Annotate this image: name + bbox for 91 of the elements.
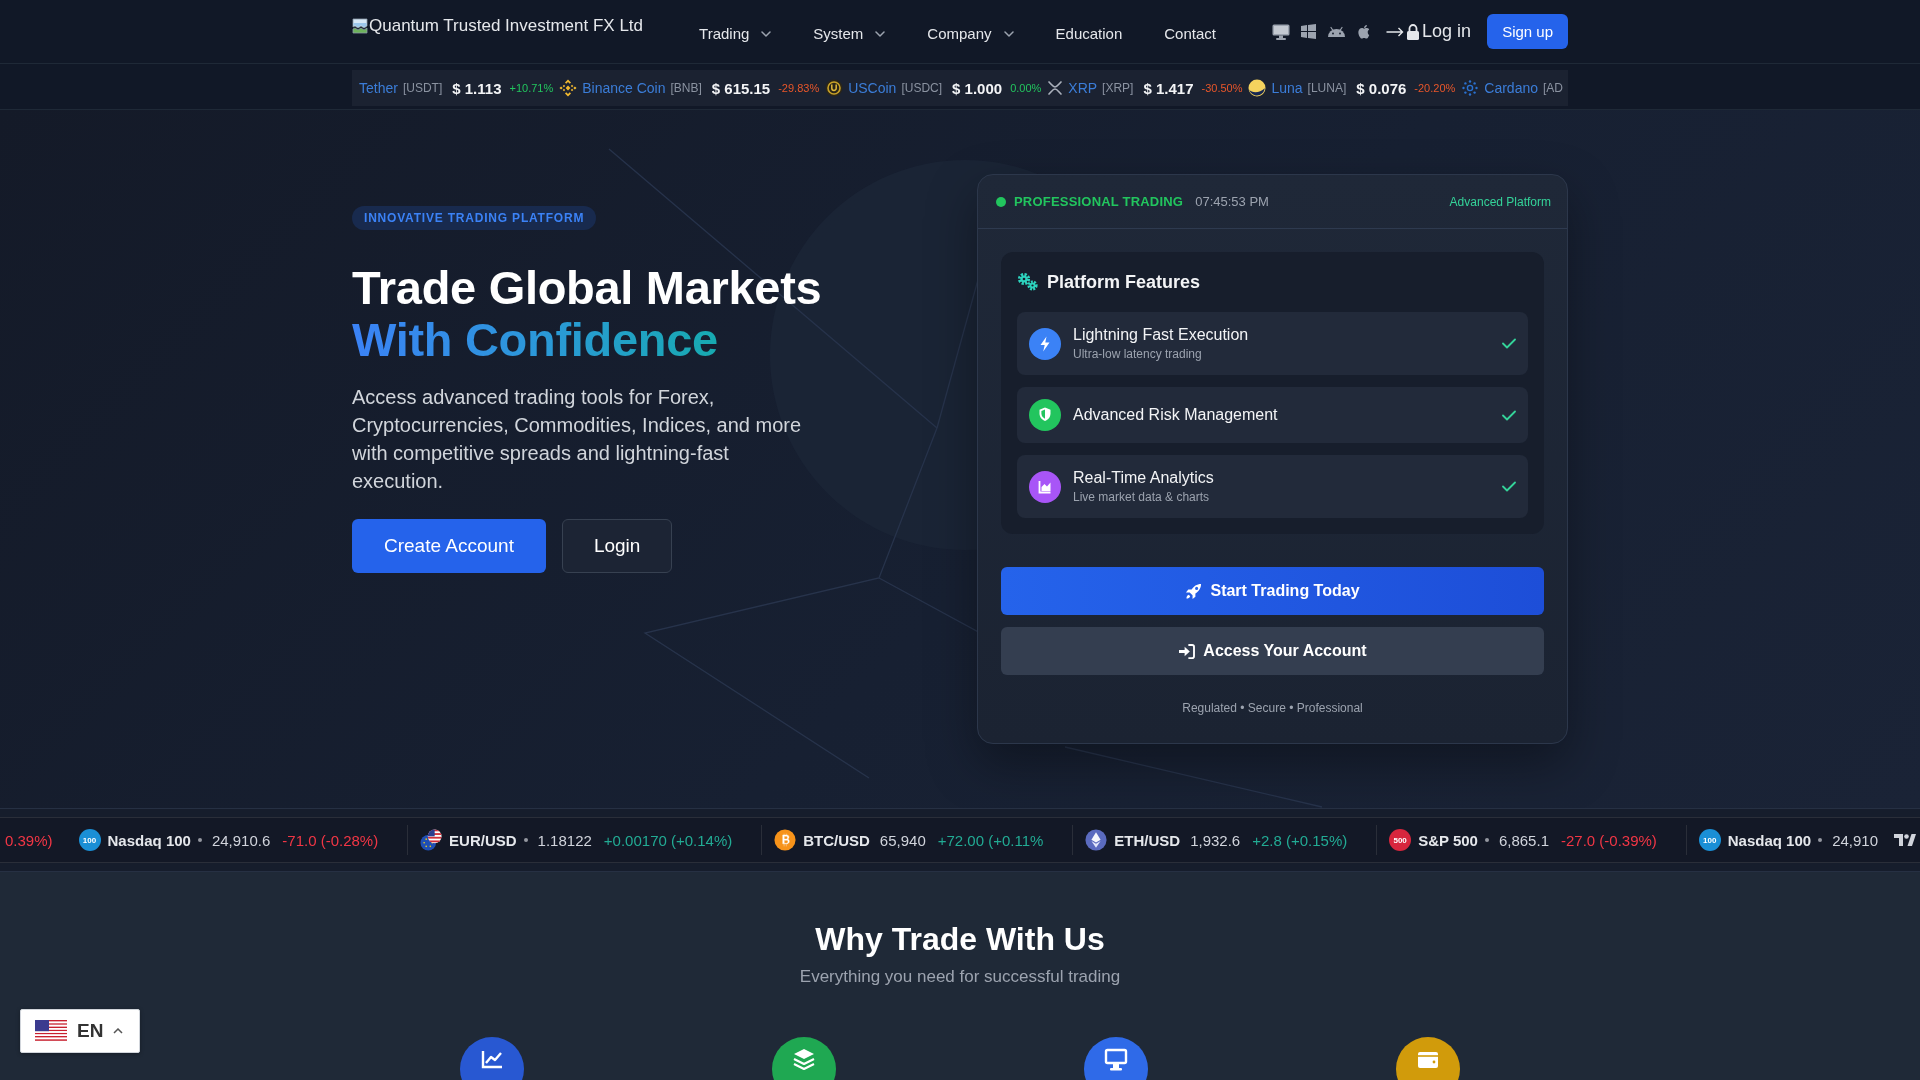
dots-ring-icon [1461, 79, 1480, 97]
market-name[interactable]: EUR/USD [449, 831, 517, 849]
arrow-icon [1386, 26, 1405, 37]
coin-name[interactable]: Cardano [1484, 80, 1538, 96]
coin-symbol: [LUNA] [1307, 81, 1347, 95]
market-name[interactable]: Nasdaq 100 [1727, 831, 1812, 849]
four-panes-icon[interactable] [1301, 24, 1317, 39]
feature-subtitle: Ultra-low latency trading [1073, 346, 1203, 363]
index-badge: 500 [1389, 829, 1412, 851]
section-subtitle: Everything you need for successful trading [798, 966, 1122, 988]
login-button[interactable]: Login [561, 519, 673, 573]
coin-symbol: [USDC] [901, 81, 943, 95]
coin-price: $ 1.000 [952, 79, 1003, 97]
price-change: +2.8 (+0.15%) [1252, 831, 1348, 849]
price-change: -20.20% [1414, 82, 1456, 94]
market-name[interactable]: BTC/USD [803, 831, 870, 849]
tagline-badge: INNOVATIVE TRADING PLATFORM [352, 206, 597, 230]
coin-name[interactable]: USCoin [848, 80, 897, 96]
market-name[interactable]: S&P 500 [1418, 831, 1478, 849]
logo-icon[interactable] [1894, 833, 1916, 847]
price-change: +72.00 (+0.11% [937, 831, 1044, 849]
feature-title: Advanced Risk Management [1073, 405, 1279, 425]
access-account-button[interactable]: Access Your Account [1001, 627, 1544, 675]
status-label: PROFESSIONAL TRADING [1014, 194, 1184, 209]
nav-menu[interactable]: Company [927, 25, 1014, 42]
hero-heading: Trade Global Markets With Confidence [352, 262, 823, 366]
section-title: Why Trade With Us [814, 920, 1106, 959]
panel-title: Platform Features [1047, 271, 1201, 293]
price-change: -27.0 (-0.39%) [1560, 831, 1657, 849]
coin-price: $ 0.076 [1356, 79, 1407, 97]
nav-link[interactable]: Contact [1164, 25, 1216, 42]
market-price: 1.18122 [537, 831, 592, 849]
price-change: 0.39%) [5, 831, 53, 849]
gears-icon [1017, 272, 1039, 292]
coin-name[interactable]: Luna [1271, 80, 1303, 96]
platform-tag: Advanced Platform [1449, 194, 1551, 209]
market-price: 6,865.1 [1498, 831, 1549, 849]
coin-name[interactable]: XRP [1068, 80, 1098, 96]
x-mark-icon [1047, 80, 1064, 96]
flag-icon [35, 1020, 67, 1042]
price-change: 0.00% [1010, 82, 1042, 94]
coin-icon [774, 829, 797, 851]
clock-time: 07:45:53 PM [1195, 194, 1269, 209]
login-link[interactable]: Log in [1386, 21, 1472, 42]
price-change: -71.0 (-0.28%) [282, 831, 379, 849]
price-change: -30.50% [1201, 82, 1243, 94]
caret-up-icon [113, 1028, 124, 1034]
language-selector[interactable]: EN [20, 1009, 140, 1053]
coin-name[interactable]: Binance Coin [582, 80, 666, 96]
apple-icon[interactable] [1357, 24, 1371, 39]
market-price: 1,932.6 [1190, 831, 1241, 849]
hero-description: Access advanced trading tools for Forex, Cryptocurrencies, Commodities, Indices, and more with competitive spreads and lightning-fast execution. [352, 385, 803, 494]
coin-symbol: [USDT] [402, 81, 443, 95]
market-name[interactable]: ETH/USD [1114, 831, 1181, 849]
create-account-button[interactable]: Create Account [352, 519, 546, 573]
flags-icon [420, 829, 443, 851]
signup-button[interactable]: Sign up [1487, 14, 1568, 49]
coin-price: $ 615.15 [711, 79, 771, 97]
rocket-icon [1185, 582, 1203, 600]
card-footnote: Regulated • Secure • Professional [1181, 701, 1364, 715]
monitor-icon[interactable] [1272, 23, 1291, 40]
nav-menu[interactable]: Trading [699, 25, 772, 42]
diamond-coin-icon [559, 79, 578, 97]
index-badge: 100 [1698, 829, 1721, 851]
market-price: 65,940 [879, 831, 926, 849]
market-price: 24,910 [1832, 831, 1879, 849]
broken-image-icon [352, 18, 368, 34]
coin-price: $ 1.417 [1143, 79, 1194, 97]
market-name[interactable]: Nasdaq 100 [107, 831, 191, 849]
logo-link[interactable]: Quantum Trusted Investment FX Ltd [352, 16, 644, 36]
coin-price: $ 1.113 [452, 79, 502, 97]
market-price: 24,910.6 [211, 831, 271, 849]
feature-title: Lightning Fast Execution [1073, 325, 1250, 345]
feature-subtitle: Live market data & charts [1073, 489, 1211, 506]
crescent-icon [1248, 79, 1267, 97]
start-trading-button[interactable]: Start Trading Today [1001, 567, 1544, 615]
price-change: -29.83% [778, 82, 820, 94]
robot-icon[interactable] [1327, 26, 1347, 37]
coin-icon [825, 79, 844, 97]
sign-in-icon [1178, 643, 1196, 659]
index-badge: 100 [78, 829, 101, 851]
coin-name[interactable]: Tether [359, 80, 398, 96]
price-change: +10.71% [509, 82, 554, 94]
feature-title: Real-Time Analytics [1073, 468, 1215, 488]
nav-link[interactable]: Education [1055, 25, 1123, 42]
lock-icon [1406, 23, 1421, 40]
nav-menu[interactable]: System [813, 25, 886, 42]
price-change: +0.00170 (+0.14%) [603, 831, 733, 849]
coin-symbol: [XRP] [1102, 81, 1134, 95]
coin-symbol: [AD [1543, 81, 1563, 95]
coin-symbol: [BNB] [670, 81, 702, 95]
